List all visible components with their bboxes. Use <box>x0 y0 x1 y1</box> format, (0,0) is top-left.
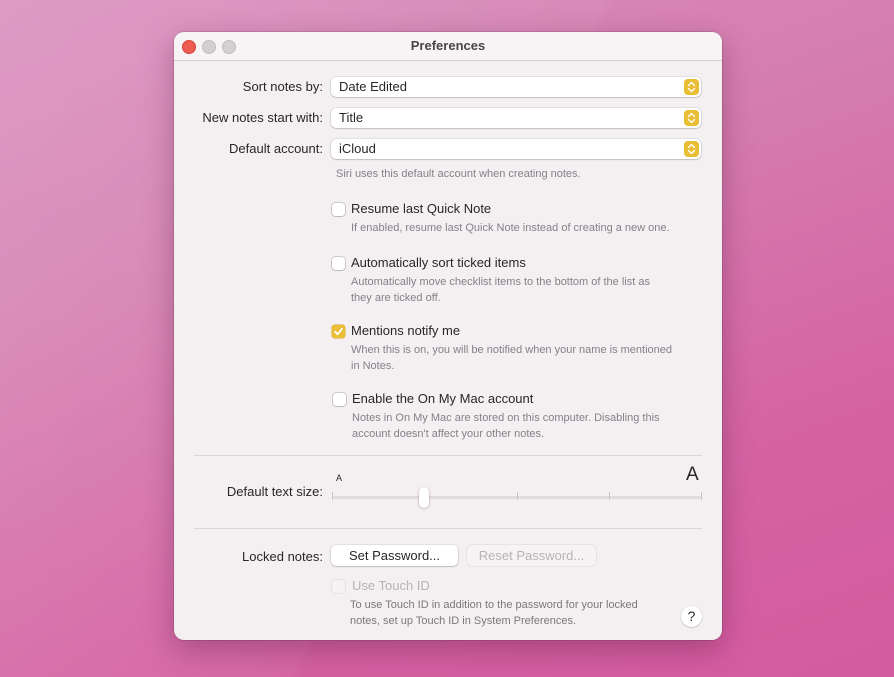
default-account-popup[interactable]: iCloud <box>331 139 701 159</box>
reset-password-button[interactable]: Reset Password... <box>467 545 596 566</box>
text-size-label: Default text size: <box>226 484 323 499</box>
section-divider <box>194 455 702 456</box>
checkmark-icon <box>334 327 343 336</box>
preferences-window: Preferences Sort notes by: Date Edited N… <box>174 32 722 640</box>
small-text-glyph: A <box>336 473 343 483</box>
resume-quick-note-label[interactable]: Resume last Quick Note <box>351 201 491 216</box>
mentions-notify-label[interactable]: Mentions notify me <box>351 323 460 338</box>
on-my-mac-label[interactable]: Enable the On My Mac account <box>352 391 533 406</box>
default-account-hint: Siri uses this default account when crea… <box>336 168 581 180</box>
hint-line: Automatically move checklist items to th… <box>351 276 650 288</box>
on-my-mac-checkbox[interactable] <box>333 393 346 406</box>
mentions-notify-hint: When this is on, you will be notified wh… <box>351 342 672 374</box>
popup-chevron-icon <box>684 141 699 157</box>
popup-chevron-icon <box>684 79 699 95</box>
resume-quick-note-checkbox[interactable] <box>332 203 345 216</box>
new-notes-start-label: New notes start with: <box>202 110 323 125</box>
window-title: Preferences <box>410 38 486 53</box>
hint-line: in Notes. <box>351 360 395 372</box>
hint-line: they are ticked off. <box>351 292 441 304</box>
slider-tick <box>609 492 610 500</box>
popup-chevron-icon <box>684 110 699 126</box>
new-notes-start-value: Title <box>339 110 364 125</box>
sort-notes-label: Sort notes by: <box>242 79 323 94</box>
title-bar: Preferences <box>174 32 722 61</box>
new-notes-start-popup[interactable]: Title <box>331 108 701 128</box>
locked-notes-label: Locked notes: <box>242 549 323 564</box>
set-password-button[interactable]: Set Password... <box>331 545 458 566</box>
large-text-glyph: A <box>686 464 699 485</box>
hint-line: account doesn't affect your other notes. <box>352 428 545 440</box>
help-button[interactable]: ? <box>681 606 702 627</box>
sort-notes-popup[interactable]: Date Edited <box>331 77 701 97</box>
default-account-label: Default account: <box>229 141 323 156</box>
mentions-notify-checkbox[interactable] <box>332 325 345 338</box>
text-size-slider-thumb[interactable] <box>419 487 429 508</box>
hint-line: To use Touch ID in addition to the passw… <box>350 599 638 611</box>
hint-line: If enabled, resume last Quick Note inste… <box>351 222 670 234</box>
auto-sort-ticked-hint: Automatically move checklist items to th… <box>351 274 650 306</box>
slider-tick <box>701 492 702 500</box>
auto-sort-ticked-checkbox[interactable] <box>332 257 345 270</box>
hint-line: notes, set up Touch ID in System Prefere… <box>350 615 577 627</box>
touch-id-checkbox[interactable] <box>332 580 345 593</box>
sort-notes-value: Date Edited <box>339 79 407 94</box>
hint-line: Notes in On My Mac are stored on this co… <box>352 412 660 424</box>
slider-tick <box>332 492 333 500</box>
on-my-mac-hint: Notes in On My Mac are stored on this co… <box>352 410 660 442</box>
hint-line: When this is on, you will be notified wh… <box>351 344 673 356</box>
slider-tick <box>517 492 518 500</box>
default-account-value: iCloud <box>339 141 376 156</box>
auto-sort-ticked-label[interactable]: Automatically sort ticked items <box>351 255 526 270</box>
touch-id-hint: To use Touch ID in addition to the passw… <box>350 597 638 629</box>
touch-id-label[interactable]: Use Touch ID <box>352 578 430 593</box>
resume-quick-note-hint: If enabled, resume last Quick Note inste… <box>351 220 670 236</box>
section-divider <box>194 528 702 529</box>
